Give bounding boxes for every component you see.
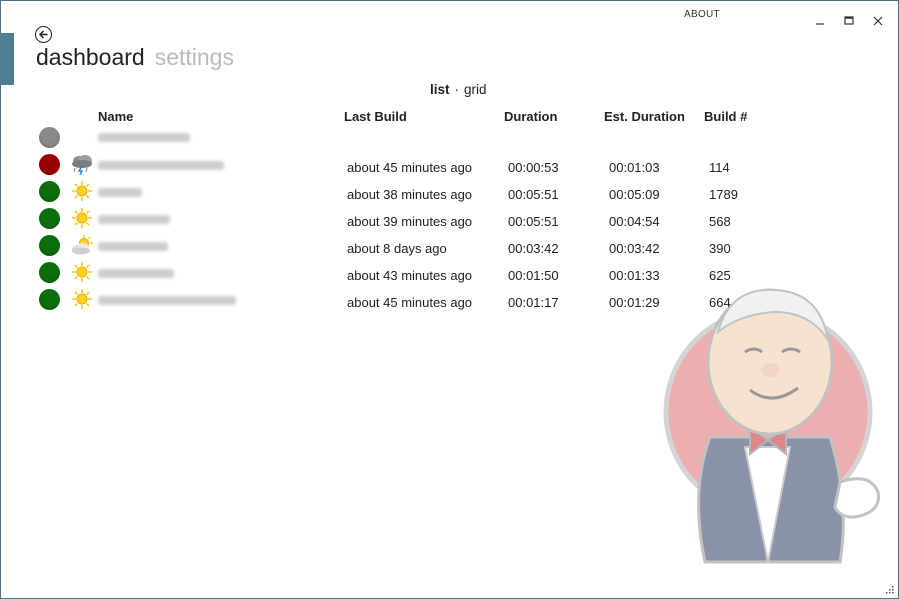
accent-bar: [0, 33, 14, 85]
about-link[interactable]: ABOUT: [684, 9, 720, 20]
status-success-icon: [39, 235, 60, 256]
last-build-cell: about 43 minutes ago: [347, 268, 473, 283]
minimize-icon: [816, 23, 824, 25]
table-row[interactable]: about 8 days ago 00:03:42 00:03:42 390: [0, 233, 899, 260]
partly-cloudy-icon: [72, 235, 93, 255]
status-success-icon: [39, 262, 60, 283]
table-row[interactable]: [0, 124, 899, 151]
sun-icon: [72, 262, 92, 282]
status-success-icon: [39, 289, 60, 310]
status-success-icon: [39, 208, 60, 229]
close-button[interactable]: [871, 14, 885, 28]
build-number-cell: 114: [709, 160, 730, 175]
list-view-toggle[interactable]: list: [430, 82, 450, 97]
job-name-redacted: [98, 242, 168, 251]
status-failed-icon: [39, 154, 60, 175]
est-duration-cell: 00:01:03: [609, 160, 660, 175]
maximize-icon: [844, 16, 854, 25]
minimize-button[interactable]: [813, 14, 827, 28]
build-number-cell: 390: [709, 241, 731, 256]
job-name-redacted: [98, 215, 170, 224]
build-number-cell: 1789: [709, 187, 738, 202]
table-row[interactable]: about 38 minutes ago 00:05:51 00:05:09 1…: [0, 179, 899, 206]
duration-cell: 00:05:51: [508, 187, 559, 202]
duration-cell: 00:03:42: [508, 241, 559, 256]
est-duration-cell: 00:04:54: [609, 214, 660, 229]
sun-icon: [72, 208, 92, 228]
table-row[interactable]: about 45 minutes ago 00:00:53 00:01:03 1…: [0, 152, 899, 179]
resize-grip-icon[interactable]: [884, 584, 894, 594]
last-build-cell: about 39 minutes ago: [347, 214, 473, 229]
close-icon: [873, 16, 883, 26]
status-success-icon: [39, 181, 60, 202]
job-name-redacted: [98, 188, 142, 197]
tab-dashboard[interactable]: dashboard: [36, 44, 145, 70]
job-name-redacted: [98, 133, 190, 142]
est-duration-cell: 00:05:09: [609, 187, 660, 202]
last-build-cell: about 38 minutes ago: [347, 187, 473, 202]
table-row[interactable]: about 39 minutes ago 00:05:51 00:04:54 5…: [0, 206, 899, 233]
view-toggle: list · grid: [430, 82, 487, 97]
build-number-cell: 568: [709, 214, 731, 229]
job-name-redacted: [98, 269, 174, 278]
tab-settings[interactable]: settings: [155, 44, 234, 70]
column-header-est-duration[interactable]: Est. Duration: [604, 109, 685, 124]
duration-cell: 00:01:50: [508, 268, 559, 283]
column-header-build-number[interactable]: Build #: [704, 109, 747, 124]
duration-cell: 00:05:51: [508, 214, 559, 229]
last-build-cell: about 45 minutes ago: [347, 160, 473, 175]
job-name-redacted: [98, 296, 236, 305]
maximize-button[interactable]: [842, 14, 856, 28]
jenkins-butler-icon: [663, 288, 881, 564]
view-toggle-separator: ·: [454, 82, 460, 97]
back-button[interactable]: [35, 26, 52, 43]
duration-cell: 00:01:17: [508, 295, 559, 310]
thunderstorm-icon: [72, 155, 92, 175]
column-header-last-build[interactable]: Last Build: [344, 109, 407, 124]
status-disabled-icon: [39, 127, 60, 148]
sun-icon: [72, 289, 92, 309]
job-name-redacted: [98, 161, 224, 170]
back-arrow-icon: [38, 30, 48, 39]
column-header-name[interactable]: Name: [98, 109, 133, 124]
duration-cell: 00:00:53: [508, 160, 559, 175]
est-duration-cell: 00:03:42: [609, 241, 660, 256]
grid-view-toggle[interactable]: grid: [464, 82, 487, 97]
column-header-duration[interactable]: Duration: [504, 109, 557, 124]
nav-tabs: dashboard settings: [36, 44, 234, 71]
last-build-cell: about 8 days ago: [347, 241, 447, 256]
sun-icon: [72, 181, 92, 201]
last-build-cell: about 45 minutes ago: [347, 295, 473, 310]
